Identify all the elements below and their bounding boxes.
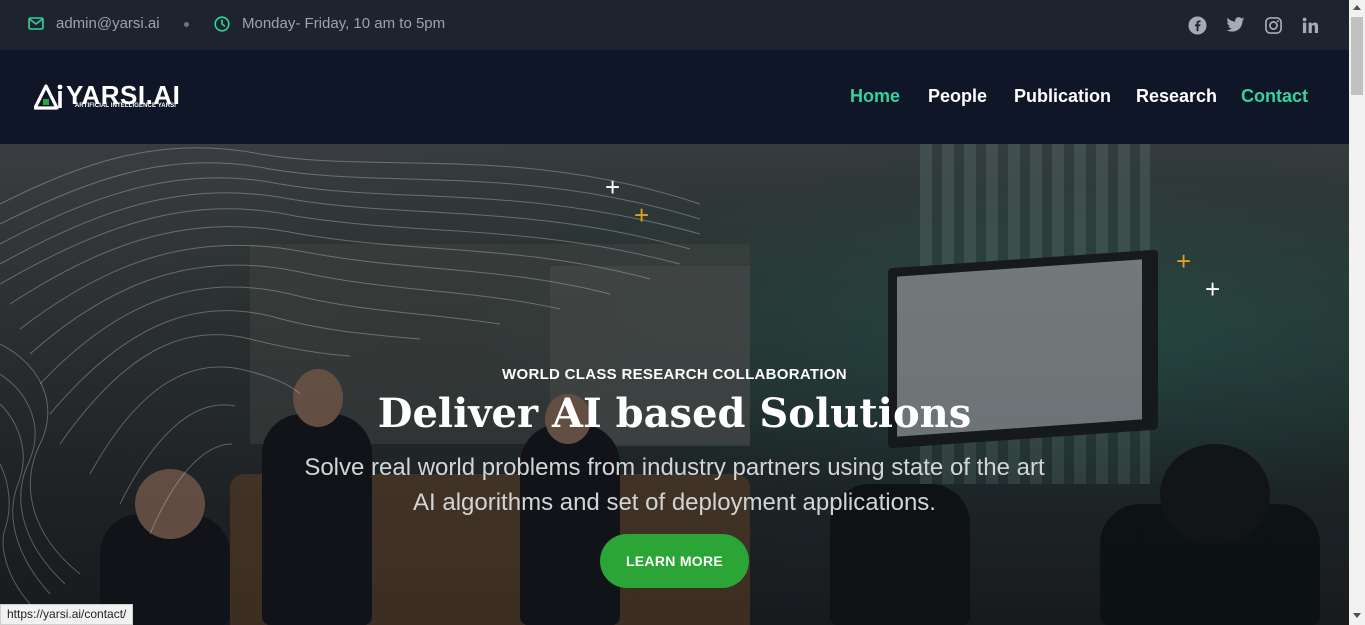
clock-icon <box>214 15 230 32</box>
nav-item-publication[interactable]: Publication <box>1014 86 1111 107</box>
twitter-link[interactable] <box>1225 15 1245 35</box>
browser-status-url: https://yarsi.ai/contact/ <box>0 604 134 625</box>
plus-decoration: + <box>1205 274 1221 304</box>
scrollbar-thumb[interactable] <box>1351 17 1363 95</box>
linkedin-link[interactable] <box>1300 15 1320 35</box>
nav-item-people[interactable]: People <box>928 86 987 107</box>
logo-subtitle: ARTIFICIAL INTELLIGENCE YARSI <box>74 103 176 109</box>
nav-item-home[interactable]: Home <box>850 86 900 107</box>
plus-decoration: + <box>605 172 621 202</box>
nav-item-research[interactable]: Research <box>1136 86 1217 107</box>
facebook-icon <box>1187 15 1207 35</box>
top-info-bar: admin@yarsi.ai Monday- Friday, 10 am to … <box>0 0 1349 50</box>
email-contact[interactable]: admin@yarsi.ai <box>28 15 160 32</box>
email-text: admin@yarsi.ai <box>56 15 160 32</box>
instagram-link[interactable] <box>1263 15 1283 35</box>
nav-item-contact[interactable]: Contact <box>1241 86 1308 107</box>
instagram-icon <box>1264 16 1282 34</box>
linkedin-icon <box>1302 17 1318 33</box>
hours-text: Monday- Friday, 10 am to 5pm <box>242 15 446 32</box>
page-scrollbar[interactable] <box>1349 0 1365 625</box>
hero-section: + + + + WORLD CLASS RESEARCH COLLABORATI… <box>0 144 1349 625</box>
learn-more-button[interactable]: LEARN MORE <box>600 534 749 588</box>
scroll-up-arrow-icon[interactable] <box>1353 5 1361 10</box>
facebook-link[interactable] <box>1187 15 1207 35</box>
plus-decoration: + <box>1176 246 1192 276</box>
scroll-down-arrow-icon[interactable] <box>1353 613 1361 618</box>
envelope-icon <box>28 17 44 30</box>
hero-description: Solve real world problems from industry … <box>304 454 1045 516</box>
opening-hours: Monday- Friday, 10 am to 5pm <box>214 15 445 32</box>
plus-decoration: + <box>634 200 650 230</box>
twitter-icon <box>1225 17 1244 32</box>
hero-kicker: WORLD CLASS RESEARCH COLLABORATION <box>502 366 847 383</box>
separator-dot <box>184 22 189 27</box>
hero-title: Deliver AI based Solutions <box>377 390 972 437</box>
